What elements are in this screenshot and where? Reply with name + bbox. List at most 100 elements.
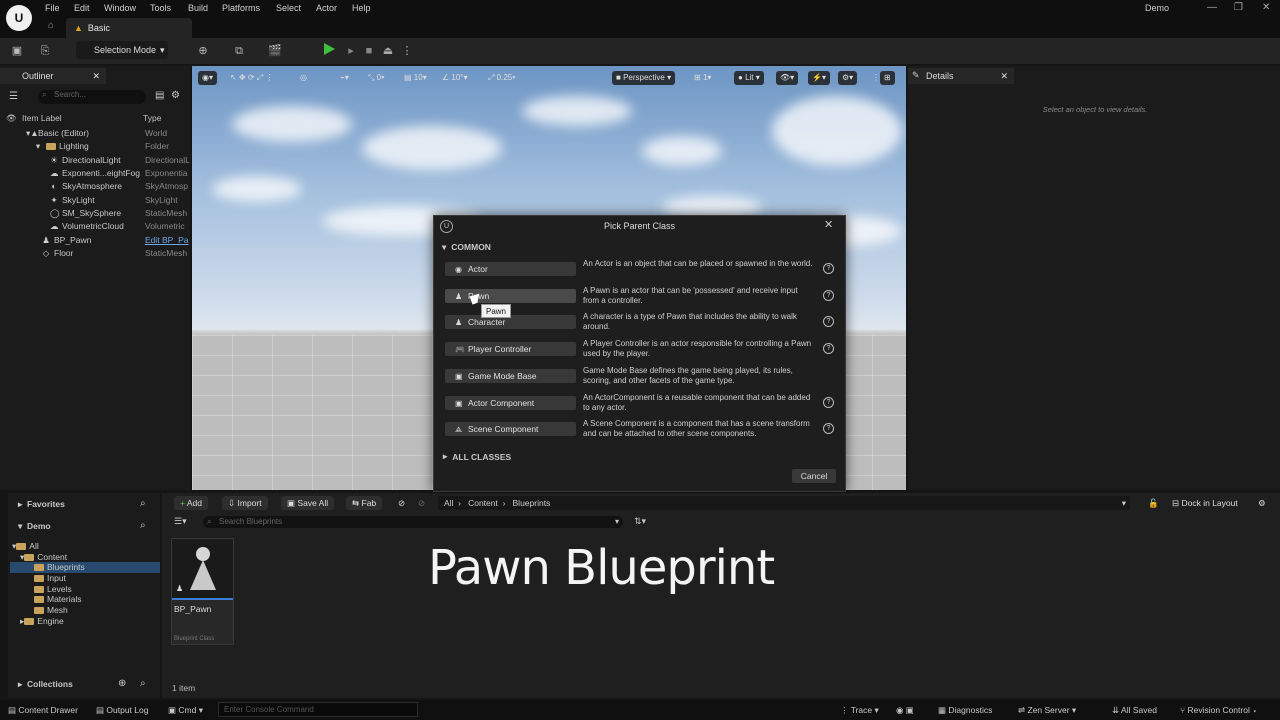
outliner-row[interactable]: ✦ SkyLight SkyLight [0,195,190,208]
step-icon[interactable]: ▸ [344,44,358,58]
diagnostics-button[interactable]: ▦ Diagnostics [938,705,992,716]
menu-file[interactable]: File [45,3,60,13]
outliner-row[interactable]: ☀ DirectionalLight DirectionalL [0,155,190,168]
close-icon[interactable]: ✕ [1000,71,1008,82]
show-flags-icon[interactable]: 👁▾ [776,71,799,85]
viewport-options-icon[interactable]: ◉▾ [198,71,217,85]
outliner-row[interactable]: ☁ Exponenti...eightFog Exponentia [0,168,190,181]
scale-snap[interactable]: ⤢ 0.25▾ [484,71,520,85]
menu-actor[interactable]: Actor [316,3,337,13]
tree-item-levels[interactable]: Levels [34,584,72,594]
add-folder-icon[interactable]: ▤ [155,90,164,101]
performance-icon[interactable]: ⚡▾ [808,71,830,85]
outliner-row[interactable]: ◐ SkyAtmosphere SkyAtmosp [0,181,190,194]
sort-icon[interactable]: ⇅▾ [634,516,646,527]
all-classes-section-header[interactable]: ▸ ALL CLASSES [443,451,511,462]
output-log-button[interactable]: ▤ Output Log [96,705,148,716]
trace-dropdown[interactable]: ⋮ Trace ▾ [840,705,879,716]
class-button-actor-component[interactable]: ▣ Actor Component [445,396,576,410]
blueprints-search-input[interactable]: ⌕ Search Blueprints ▾ [203,516,623,528]
close-icon[interactable]: ✕ [92,71,100,82]
stop-icon[interactable]: ■ [362,44,376,58]
camera-speed[interactable]: ⊞ 1▾ [690,71,715,85]
class-button-player-controller[interactable]: 🎮 Player Controller [445,342,576,356]
play-options-icon[interactable]: ⋮ [400,44,414,58]
fab-button[interactable]: ⇆ Fab [346,496,383,510]
filter-icon[interactable]: ☰▾ [174,516,187,527]
outliner-search-input[interactable]: ⌕ Search... [38,90,146,104]
menu-platforms[interactable]: Platforms [222,3,260,13]
unreal-logo-icon[interactable]: U [6,5,32,31]
settings-icon[interactable]: ⚙ [1252,496,1272,510]
cinematics-icon[interactable]: 🎬 [268,44,282,58]
home-icon[interactable]: ⌂ [48,20,62,34]
level-tab[interactable]: ▲ Basic [66,18,192,38]
all-saved-status[interactable]: ⇊ All Saved [1112,705,1157,716]
save-all-button[interactable]: ▣ Save All [281,496,335,510]
lock-icon[interactable]: 🔓 [1142,496,1165,510]
play-icon[interactable] [324,43,335,55]
menu-select[interactable]: Select [276,3,301,13]
class-button-actor[interactable]: ◉ Actor [445,262,576,276]
selection-mode-dropdown[interactable]: Selection Mode ▾ [76,41,168,59]
column-item-label[interactable]: Item Label [22,113,62,123]
import-button[interactable]: ⇩ Import [222,496,268,510]
outliner-row[interactable]: ▾▲Basic (Editor) World [0,128,190,141]
layout-icon[interactable]: ⊞ [880,71,895,85]
tree-item-engine[interactable]: ▸ Engine [20,616,64,627]
rotation-snap[interactable]: ∠ 10°▾ [438,71,472,85]
menu-edit[interactable]: Edit [74,3,90,13]
surface-snap-icon[interactable]: ⌁▾ [336,71,353,85]
select-tool-icon[interactable]: ↖ ✥ ⟳ ⤢ ⋮ [226,71,277,85]
history-forward-icon[interactable]: ⊘ [412,496,431,510]
perspective-dropdown[interactable]: ■ Perspective ▾ [612,71,676,85]
menu-help[interactable]: Help [352,3,371,13]
search-icon[interactable]: ⌕ [140,520,146,531]
help-icon[interactable]: ? [823,423,834,434]
content-drawer-button[interactable]: ▤ Content Drawer [8,705,78,716]
class-button-pawn[interactable]: ♟ Pawn [445,289,576,303]
cmd-dropdown[interactable]: ▣ Cmd ▾ [168,705,203,716]
view-mode-dropdown[interactable]: ● Lit ▾ [734,71,764,85]
collections-section[interactable]: ▸ Collections [18,679,73,690]
search-icon[interactable]: ⌕ [140,678,146,689]
column-type[interactable]: Type [143,113,161,123]
zen-server-dropdown[interactable]: ⇌ Zen Server ▾ [1018,705,1076,716]
blueprints-icon[interactable]: ⧉ [232,44,246,58]
project-section[interactable]: ▾ Demo [18,521,51,532]
viewport-settings-icon[interactable]: ⚙▾ [838,71,858,85]
breadcrumb-all[interactable]: All [444,498,453,508]
menu-tools[interactable]: Tools [150,3,171,13]
close-window-icon[interactable]: ✕ [1262,2,1270,13]
filter-icon[interactable]: ☰ [9,91,18,102]
outliner-row[interactable]: ▾ Lighting Folder [0,141,190,154]
favorites-section[interactable]: ▸ Favorites [18,499,65,510]
add-button[interactable]: + Add [174,496,208,510]
tree-item-blueprints[interactable]: Blueprints [34,562,85,572]
console-command-input[interactable]: Enter Console Command [218,702,418,717]
outliner-row[interactable]: ◇ Floor StaticMesh [0,248,190,261]
outliner-row[interactable]: ☁ VolumetricCloud Volumetric [0,221,190,234]
settings-icon[interactable]: ⚙ [171,90,180,101]
outliner-tab[interactable]: Outliner ✕ [0,68,106,84]
class-button-scene-component[interactable]: ⟁ Scene Component [445,422,576,436]
outliner-row[interactable]: ♟ BP_Pawn Edit BP_Pa [0,235,190,248]
help-icon[interactable]: ? [823,290,834,301]
tree-item-input[interactable]: Input [34,573,66,583]
details-tab[interactable]: Details ✕ [908,68,1014,84]
minimize-icon[interactable]: — [1207,2,1217,13]
breadcrumb-content[interactable]: Content [468,498,498,508]
save-icon[interactable]: ▣ [10,44,24,58]
record-icon[interactable]: ◉ ▣ [896,705,914,716]
search-icon[interactable]: ⌕ [140,498,146,509]
maximize-icon[interactable]: ❐ [1234,2,1243,13]
help-icon[interactable]: ? [823,343,834,354]
revision-control-dropdown[interactable]: ⑂ Revision Control ▾ [1180,705,1257,715]
dock-in-layout-button[interactable]: ⊟ Dock in Layout [1166,496,1244,510]
source-control-icon[interactable]: ⎘ [38,44,52,58]
menu-build[interactable]: Build [188,3,208,13]
transform-snap[interactable]: ⤡ 0▾ [364,71,388,85]
breadcrumb-blueprints[interactable]: Blueprints [513,498,551,508]
add-collection-icon[interactable]: ⊕ [118,678,126,689]
menu-window[interactable]: Window [104,3,136,13]
